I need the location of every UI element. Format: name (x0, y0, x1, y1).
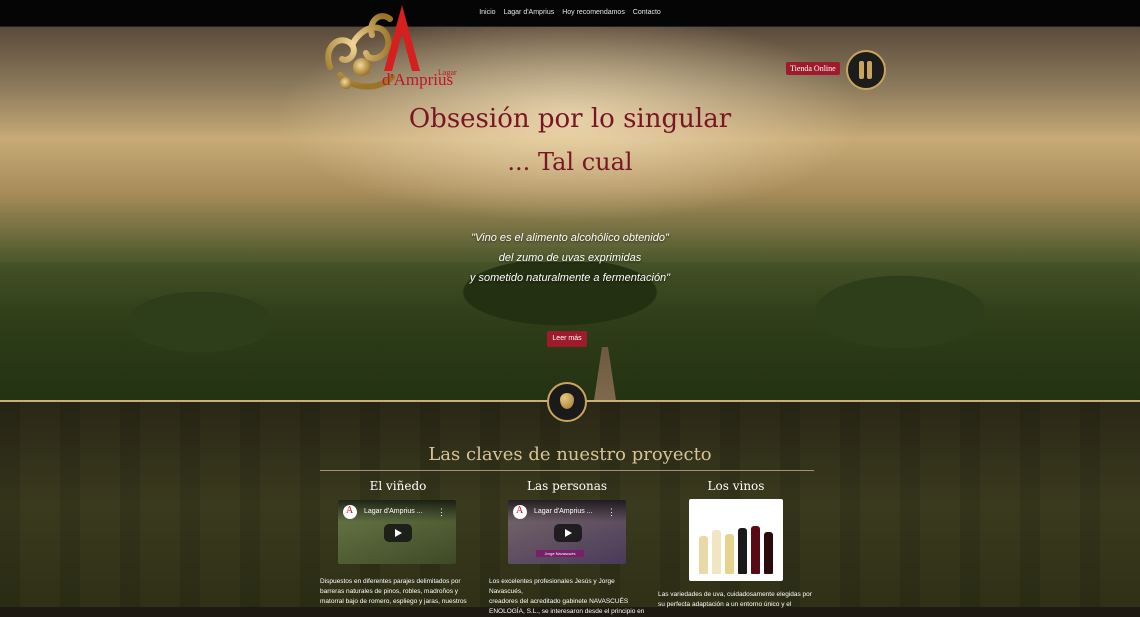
more-options-icon[interactable]: ⋮ (607, 507, 616, 518)
nav-item-lagar[interactable]: Lagar d'Amprius (503, 9, 554, 16)
channel-avatar-icon (343, 505, 357, 519)
shop-label: Tienda Online (786, 62, 840, 75)
column-title-personas: Las personas (526, 479, 608, 493)
video-vinedo[interactable]: Lagar d'Amprius ... ⋮ (338, 500, 456, 564)
video-title: Lagar d'Amprius ... (534, 508, 593, 515)
column-title-vinedo: El viñedo (369, 479, 427, 493)
video-caption: Jorge Navascués (536, 550, 584, 557)
play-button-icon[interactable] (554, 524, 582, 542)
text-line: matorral bajo de romero, espliego y jara… (320, 598, 467, 605)
logo-emblem-icon: d'Amprius Lagar (325, 5, 457, 90)
wine-bottles-image[interactable] (689, 499, 783, 581)
top-navigation-bar: Inicio Lagar d'Amprius Hoy recomendamos … (0, 0, 1140, 27)
nav-item-contacto[interactable]: Contacto (633, 9, 661, 16)
video-personas[interactable]: Lagar d'Amprius ... ⋮ Jorge Navascués (508, 500, 626, 564)
video-title: Lagar d'Amprius ... (364, 508, 423, 515)
column-text-vinos: Las variedades de uva, cuidadosamente el… (658, 590, 818, 610)
hero-subtitle: ... Tal cual (507, 148, 633, 176)
text-line: Los excelentes profesionales Jesús y Jor… (489, 578, 615, 595)
hero-quote: "Vino es el alimento alcohólico obtenido… (0, 228, 1140, 288)
text-line: ENOLOGÍA, S.L., se interesaron desde el … (489, 608, 645, 615)
text-line: barreras naturales de pinos, robles, mad… (320, 588, 459, 595)
quote-line: del zumo de uvas exprimidas (498, 252, 642, 264)
column-text-personas: Los excelentes profesionales Jesús y Jor… (489, 577, 649, 617)
logo-subword: Lagar (438, 68, 457, 77)
read-more-button[interactable]: Leer más (547, 331, 587, 347)
text-line: su perfecta adaptación a un entorno únic… (658, 601, 792, 608)
quote-line: "Vino es el alimento alcohólico obtenido… (471, 232, 669, 244)
wine-bottles-icon (846, 50, 886, 90)
section-title: Las claves de nuestro proyecto (428, 444, 712, 465)
column-title-vinos: Los vinos (707, 479, 765, 493)
section-title-rule (320, 470, 814, 471)
text-line: Las variedades de uva, cuidadosamente el… (658, 591, 812, 598)
channel-avatar-icon (513, 505, 527, 519)
quote-line: y sometido naturalmente a fermentación" (469, 272, 671, 284)
grape-emblem-icon (547, 382, 587, 422)
online-shop-badge[interactable]: Tienda Online (786, 50, 886, 90)
main-nav: Inicio Lagar d'Amprius Hoy recomendamos … (0, 9, 1140, 16)
text-line: Dispuestos en diferentes parajes delimit… (320, 578, 461, 585)
brand-logo[interactable]: d'Amprius Lagar (322, 5, 464, 100)
nav-item-hoy-recomendamos[interactable]: Hoy recomendamos (562, 9, 625, 16)
column-text-vinedo: Dispuestos en diferentes parajes delimit… (320, 577, 480, 607)
more-options-icon[interactable]: ⋮ (437, 507, 446, 518)
hero-title: Obsesión por lo singular (408, 104, 732, 134)
text-line: creadores del acreditado gabinete NAVASC… (489, 598, 629, 605)
play-button-icon[interactable] (384, 524, 412, 542)
nav-item-inicio[interactable]: Inicio (479, 9, 495, 16)
